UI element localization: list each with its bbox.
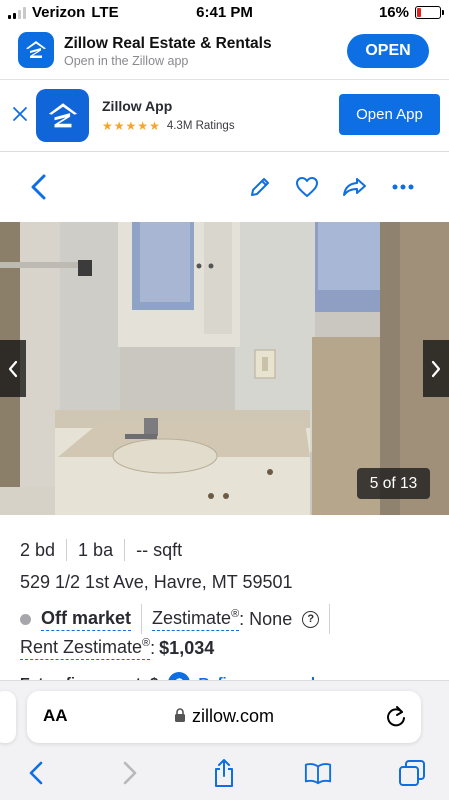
star-icon: ★ [113,119,125,133]
lock-icon [174,708,185,722]
tabs-icon[interactable] [398,759,426,787]
more-dots-icon[interactable] [390,174,416,200]
divider [66,539,68,561]
battery-level [417,8,421,17]
app-install-banner: Zillow App ★ ★ ★ ★ ★ 4.3M Ratings Open App [0,80,449,152]
status-right: 16% [378,4,444,21]
ratings-count: 4.3M Ratings [166,120,235,132]
reload-icon[interactable] [385,704,407,733]
registered-mark: ® [231,607,240,620]
rating-stars: ★ ★ ★ ★ ★ 4.3M Ratings [102,119,235,133]
rent-zestimate-label: Rent Zestimate [20,637,143,657]
previous-tab-pill[interactable] [0,691,16,743]
address-bar[interactable]: AA zillow.com [27,691,421,743]
share-icon[interactable] [342,174,368,200]
battery-icon [415,6,444,19]
status-dot-icon [20,613,31,625]
back-chevron-icon[interactable] [26,174,52,200]
previous-photo-button[interactable] [0,340,26,397]
open-app-button[interactable]: Open App [339,94,440,135]
divider [329,604,331,634]
beds-count: 2 bd [20,539,56,560]
zestimate-value: : None [239,608,293,629]
zillow-logo-icon [18,32,54,68]
rent-zestimate-colon: : [150,638,156,658]
forward-arrow-icon[interactable] [116,759,144,787]
banner-subtitle: Open in the Zillow app [64,54,189,68]
close-icon[interactable] [10,104,30,124]
edit-pencil-icon[interactable] [247,174,273,200]
app-name: Zillow App [102,98,173,114]
smart-app-banner[interactable]: Zillow Real Estate & Rentals Open in the… [0,26,449,80]
chevron-right-icon [431,360,441,377]
photo-counter: 5 of 13 [357,468,430,499]
registered-mark: ® [142,637,151,649]
home-facts: 2 bd 1 ba -- sqft [20,539,182,561]
browser-bottom-bar: AA zillow.com [0,680,449,800]
back-arrow-icon[interactable] [22,759,50,787]
heart-icon[interactable] [294,174,320,200]
banner-title: Zillow Real Estate & Rentals [64,35,272,52]
zestimate-link[interactable]: Zestimate® [152,607,240,631]
rent-zestimate-row: Rent Zestimate®: $1,034 [20,637,214,660]
property-address: 529 1/2 1st Ave, Havre, MT 59501 [20,572,293,592]
rent-zestimate-value: $1,034 [159,638,215,658]
star-icon: ★ [125,119,137,133]
star-icon: ★ [102,119,113,133]
divider [124,539,126,561]
url-display[interactable]: zillow.com [27,706,421,727]
share-sheet-icon[interactable] [210,759,238,787]
sqft-value: -- sqft [136,539,183,560]
status-bar: Verizon LTE 6:41 PM 16% [0,0,449,26]
market-status-row: Off market Zestimate®: None ? [20,604,340,634]
listing-toolbar [0,152,449,222]
chevron-left-icon [8,360,18,377]
battery-percent: 16% [378,4,409,21]
zestimate-label: Zestimate [152,607,232,628]
zillow-app-icon [36,89,89,142]
open-button[interactable]: OPEN [347,34,429,68]
divider [141,604,143,634]
rent-zestimate-link[interactable]: Rent Zestimate® [20,637,151,660]
listing-details: 2 bd 1 ba -- sqft 529 1/2 1st Ave, Havre… [0,515,449,694]
url-text: zillow.com [191,706,275,726]
baths-count: 1 ba [78,539,114,560]
star-icon: ★ [149,119,160,133]
next-photo-button[interactable] [423,340,449,397]
photo-gallery[interactable]: 5 of 13 [0,222,449,515]
star-icon: ★ [137,119,149,133]
off-market-status[interactable]: Off market [41,608,132,631]
bookmarks-icon[interactable] [304,759,332,787]
info-icon[interactable]: ? [302,610,320,628]
